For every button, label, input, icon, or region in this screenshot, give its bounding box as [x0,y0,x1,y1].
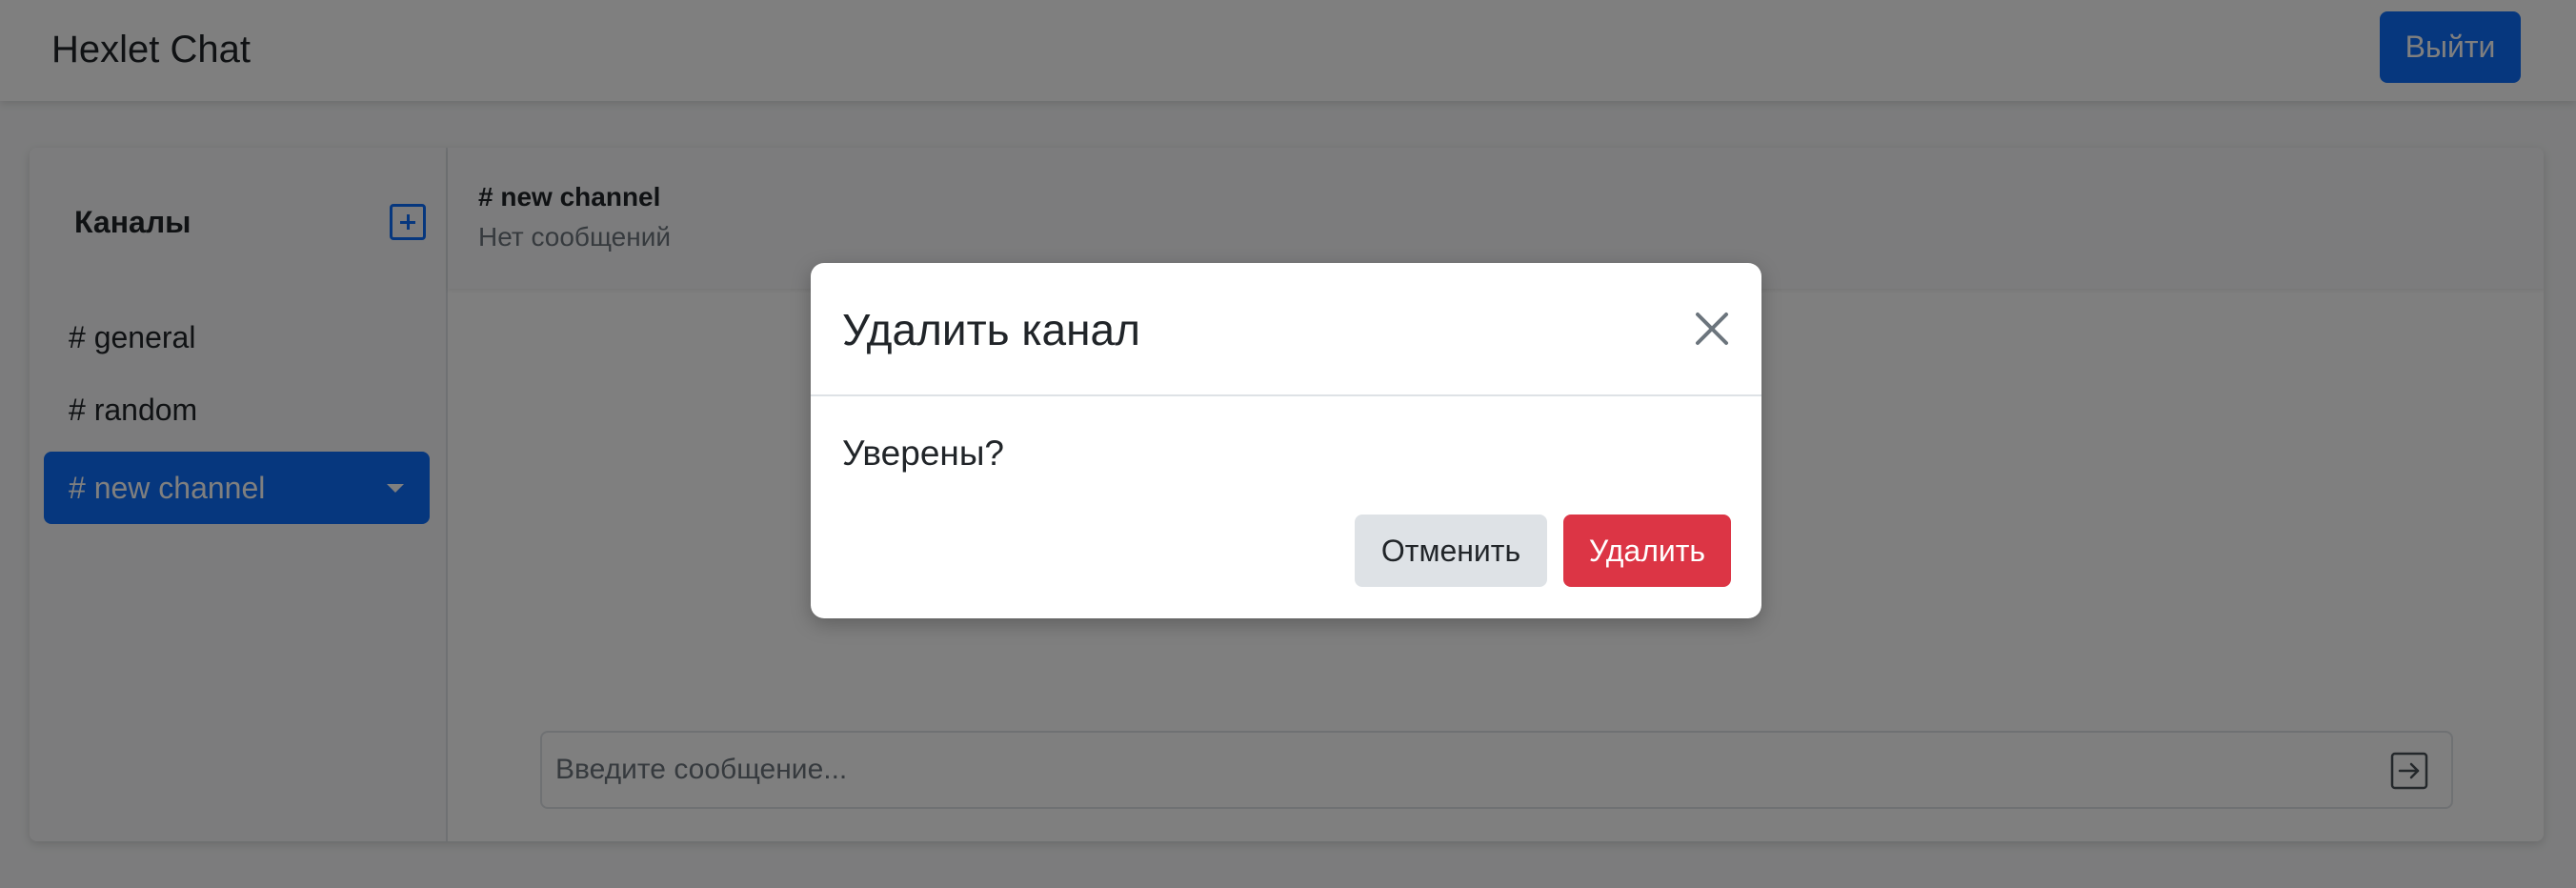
delete-button[interactable]: Удалить [1563,515,1731,587]
modal-close-button[interactable] [1693,310,1731,348]
modal-title: Удалить канал [842,305,1140,354]
close-icon [1696,313,1728,345]
modal-body-text: Уверены? [842,434,1005,473]
cancel-button[interactable]: Отменить [1355,515,1547,587]
delete-channel-modal: Удалить канал Уверены? Отменить Удалить [811,263,1761,618]
modal-header: Удалить канал [811,263,1761,396]
